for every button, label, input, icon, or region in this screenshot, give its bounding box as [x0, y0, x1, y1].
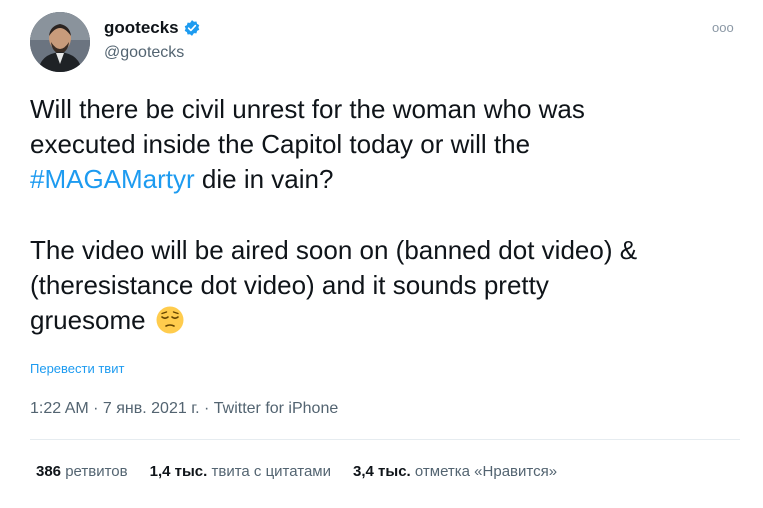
likes-count: 3,4 тыс.	[353, 463, 411, 480]
meta-separator: ·	[199, 400, 214, 417]
retweets-stat[interactable]: 386 ретвитов	[36, 463, 128, 480]
pensive-face-icon	[155, 305, 185, 335]
divider	[30, 439, 740, 440]
tweet-line: gruesome	[30, 303, 740, 338]
retweets-count: 386	[36, 463, 62, 480]
tweet-time[interactable]: 1:22 AM	[30, 400, 89, 417]
likes-stat[interactable]: 3,4 тыс. отметка «Нравится»	[353, 463, 557, 480]
tweet-stats: 386 ретвитов 1,4 тыс. твита с цитатами 3…	[36, 463, 557, 480]
tweet-line: #MAGAMartyr die in vain?	[30, 162, 740, 197]
tweet-line: The video will be aired soon on (banned …	[30, 235, 638, 265]
tweet-line: executed inside the Capitol today or wil…	[30, 129, 531, 159]
avatar[interactable]	[30, 12, 90, 72]
tweet-line: Will there be civil unrest for the woman…	[30, 94, 585, 124]
tweet-line-rest: die in vain?	[194, 164, 334, 194]
tweet-card: gootecks @gootecks ooo Will there be civ…	[0, 0, 763, 508]
hashtag-link[interactable]: #MAGAMartyr	[30, 164, 195, 194]
tweet-source[interactable]: Twitter for iPhone	[214, 400, 339, 417]
tweet-text: Will there be civil unrest for the woman…	[30, 92, 740, 338]
tweet-date[interactable]: 7 янв. 2021 г.	[103, 400, 200, 417]
avatar-image	[30, 12, 90, 72]
quotes-stat[interactable]: 1,4 тыс. твита с цитатами	[150, 463, 331, 480]
tweet-line-end: gruesome	[30, 305, 146, 335]
retweets-label: ретвитов	[65, 463, 128, 480]
quotes-count: 1,4 тыс.	[149, 463, 208, 480]
author-name-row[interactable]: gootecks	[104, 18, 201, 38]
tweet-meta: 1:22 AM · 7 янв. 2021 г. · Twitter for i…	[30, 400, 338, 418]
verified-badge-icon	[183, 19, 201, 37]
quotes-label: твита с цитатами	[211, 463, 332, 480]
meta-separator: ·	[88, 400, 103, 417]
likes-label: отметка «Нравится»	[414, 463, 558, 480]
translate-tweet-link[interactable]: Перевести твит	[30, 361, 124, 376]
tweet-line: (theresistance dot video) and it sounds …	[30, 270, 549, 300]
more-options-icon[interactable]: ooo	[712, 20, 734, 35]
display-name[interactable]: gootecks	[104, 18, 179, 38]
author-handle[interactable]: @gootecks	[104, 44, 184, 62]
